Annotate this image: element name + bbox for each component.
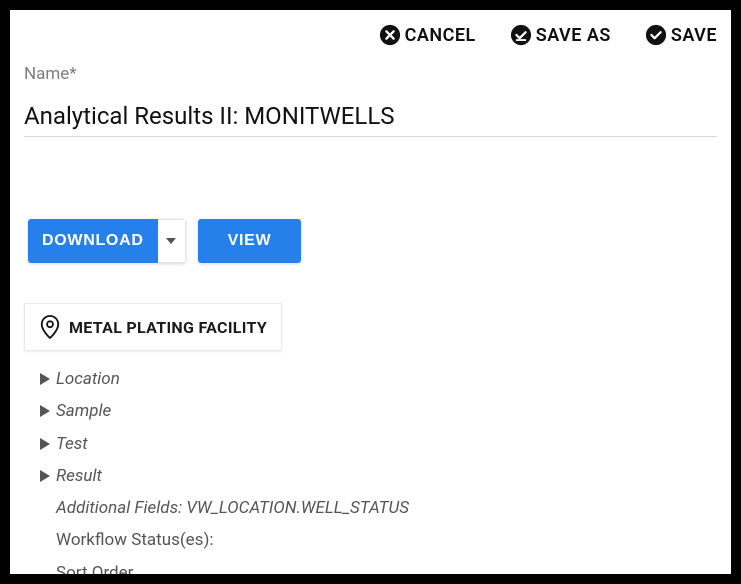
tree-workflow-status: Workflow Status(es): <box>40 524 731 556</box>
expand-icon[interactable] <box>40 373 50 385</box>
view-group: VIEW <box>198 219 302 263</box>
name-field-group: Name* <box>10 56 731 137</box>
tree-label: Test <box>56 428 88 460</box>
expand-icon[interactable] <box>40 470 50 482</box>
tree-node-result: Result <box>40 460 731 492</box>
editor-panel: CANCEL SAVE AS SAVE Name* DOWNLOAD <box>10 10 731 574</box>
tree-label: Sort Order <box>56 557 133 574</box>
facility-chip-label: METAL PLATING FACILITY <box>69 318 267 337</box>
check-circle-icon <box>645 24 667 46</box>
cancel-button[interactable]: CANCEL <box>379 24 476 46</box>
save-as-label: SAVE AS <box>536 25 611 46</box>
tree-sort-order: Sort Order <box>40 557 731 574</box>
cancel-label: CANCEL <box>405 25 476 46</box>
save-as-button[interactable]: SAVE AS <box>510 24 611 46</box>
name-label: Name* <box>24 64 717 84</box>
expand-icon[interactable] <box>40 438 50 450</box>
action-button-row: DOWNLOAD VIEW <box>10 219 731 263</box>
tree-label: Additional Fields: VW_LOCATION.WELL_STAT… <box>56 492 409 524</box>
save-button[interactable]: SAVE <box>645 24 717 46</box>
download-dropdown-toggle[interactable] <box>158 219 186 263</box>
action-bar: CANCEL SAVE AS SAVE <box>10 10 731 56</box>
download-group: DOWNLOAD <box>28 219 186 263</box>
tree-label: Location <box>56 363 120 395</box>
expand-icon[interactable] <box>40 405 50 417</box>
tree-label: Result <box>56 460 102 492</box>
tree-node-sample: Sample <box>40 395 731 427</box>
tree-label: Sample <box>56 395 111 427</box>
view-button[interactable]: VIEW <box>198 219 302 263</box>
save-as-icon <box>510 24 532 46</box>
chevron-down-icon <box>166 238 176 244</box>
facility-chip[interactable]: METAL PLATING FACILITY <box>24 303 282 351</box>
tree-node-location: Location <box>40 363 731 395</box>
location-pin-icon <box>39 314 61 340</box>
name-input-wrap <box>24 102 717 137</box>
tree-label: Workflow Status(es): <box>56 524 214 556</box>
save-label: SAVE <box>671 25 717 46</box>
tree-node-test: Test <box>40 428 731 460</box>
name-input[interactable] <box>24 102 717 130</box>
config-tree: Location Sample Test Result Additional F… <box>10 351 731 574</box>
cancel-icon <box>379 24 401 46</box>
tree-additional-fields: Additional Fields: VW_LOCATION.WELL_STAT… <box>40 492 731 524</box>
download-button[interactable]: DOWNLOAD <box>28 219 158 263</box>
